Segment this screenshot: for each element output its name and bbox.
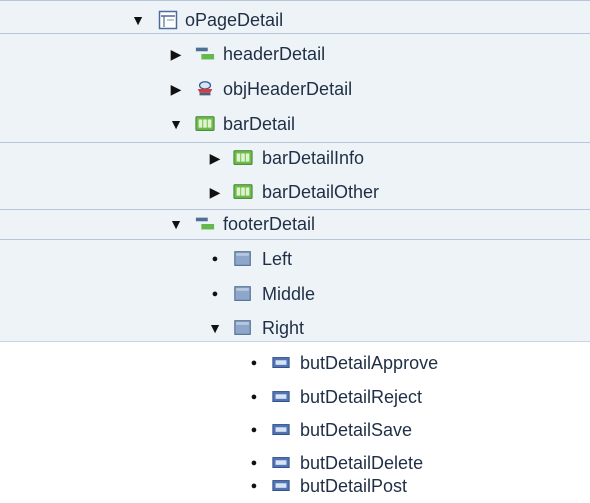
panel-icon — [233, 284, 253, 304]
tree-node-butdetailpost[interactable]: ● butDetailPost — [0, 469, 590, 503]
panel-icon — [233, 249, 253, 269]
button-icon — [271, 353, 291, 373]
tree-node-label: oPageDetail — [185, 9, 284, 30]
panel-icon — [233, 318, 253, 338]
leaf-bullet-icon: ● — [211, 253, 219, 265]
bar-icon — [233, 182, 253, 202]
button-icon — [271, 476, 291, 496]
expanded-arrow-icon[interactable]: ▼ — [168, 107, 184, 141]
tree-node-label: Right — [262, 317, 305, 338]
tree-node-label: butDetailApprove — [300, 352, 439, 373]
page-icon — [158, 10, 178, 30]
leaf-bullet-icon: ● — [250, 424, 258, 436]
tree-node-left[interactable]: ● Left — [0, 242, 590, 276]
tree-node-label: butDetailSave — [300, 419, 413, 440]
tree-node-label: barDetailInfo — [262, 147, 365, 168]
bar-icon — [233, 148, 253, 168]
tree-node-label: barDetail — [223, 113, 296, 134]
leaf-bullet-icon: ● — [250, 480, 258, 492]
header-icon — [195, 44, 215, 64]
collapsed-arrow-icon[interactable]: ▶ — [168, 37, 184, 71]
object-header-icon — [195, 79, 215, 99]
tree-node-butdetailreject[interactable]: ● butDetailReject — [0, 380, 590, 414]
tree-node-label: Left — [262, 248, 293, 269]
expanded-arrow-icon[interactable]: ▼ — [130, 3, 146, 37]
tree-node-label: Middle — [262, 283, 316, 304]
expanded-arrow-icon[interactable]: ▼ — [207, 311, 223, 345]
collapsed-arrow-icon[interactable]: ▶ — [168, 72, 184, 106]
leaf-bullet-icon: ● — [250, 357, 258, 369]
bar-icon — [195, 114, 215, 134]
tree-node-opagedetail[interactable]: ▼ oPageDetail — [0, 3, 590, 37]
leaf-bullet-icon: ● — [211, 288, 219, 300]
tree-node-right[interactable]: ▼ Right — [0, 311, 590, 345]
collapsed-arrow-icon[interactable]: ▶ — [207, 175, 223, 209]
tree-node-label: barDetailOther — [262, 181, 380, 202]
outline-tree: ▼ oPageDetail ▶ headerDetail ▶ objHeader… — [0, 0, 590, 503]
tree-node-butdetailsave[interactable]: ● butDetailSave — [0, 413, 590, 447]
leaf-bullet-icon: ● — [250, 391, 258, 403]
collapsed-arrow-icon[interactable]: ▶ — [207, 141, 223, 175]
tree-node-label: butDetailPost — [300, 475, 408, 496]
tree-node-butdetailapprove[interactable]: ● butDetailApprove — [0, 346, 590, 380]
tree-node-footerdetail[interactable]: ▼ footerDetail — [0, 207, 590, 241]
expanded-arrow-icon[interactable]: ▼ — [168, 207, 184, 241]
tree-node-middle[interactable]: ● Middle — [0, 277, 590, 311]
tree-node-bardetailinfo[interactable]: ▶ barDetailInfo — [0, 141, 590, 175]
footer-icon — [195, 214, 215, 234]
tree-node-label: objHeaderDetail — [223, 78, 353, 99]
tree-node-label: footerDetail — [223, 213, 316, 234]
button-icon — [271, 387, 291, 407]
tree-node-bardetailother[interactable]: ▶ barDetailOther — [0, 175, 590, 209]
tree-node-label: butDetailReject — [300, 386, 423, 407]
tree-node-bardetail[interactable]: ▼ barDetail — [0, 107, 590, 141]
tree-node-label: headerDetail — [223, 43, 326, 64]
button-icon — [271, 420, 291, 440]
tree-node-headerdetail[interactable]: ▶ headerDetail — [0, 37, 590, 71]
tree-node-objheaderdetail[interactable]: ▶ objHeaderDetail — [0, 72, 590, 106]
